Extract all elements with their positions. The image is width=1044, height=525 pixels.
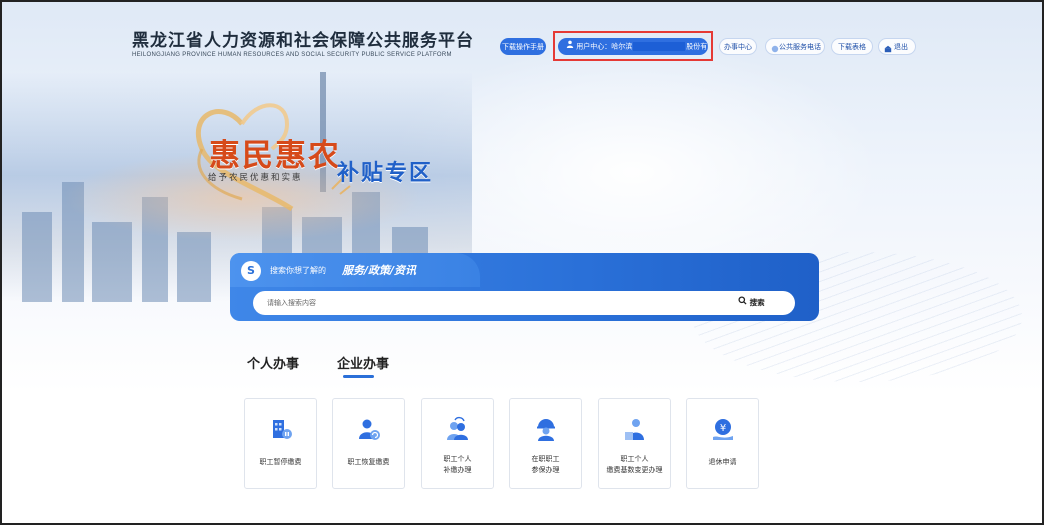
service-label-line: 在职职工	[531, 455, 560, 463]
office-center-button[interactable]: 办事中心	[719, 38, 757, 55]
search-button[interactable]: 搜索	[738, 296, 765, 310]
service-label-line: 职工个人	[620, 455, 649, 463]
search-icon	[738, 296, 747, 310]
service-card-insurance-enrollment[interactable]: 在职职工 参保办理	[509, 398, 582, 489]
worker-helmet-icon	[533, 416, 559, 442]
service-card-base-change[interactable]: 职工个人 缴费基数变更办理	[598, 398, 671, 489]
service-card-resume-payment[interactable]: 职工恢复缴费	[332, 398, 405, 489]
service-card-retirement[interactable]: ¥ 退休申请	[686, 398, 759, 489]
skyline-building	[22, 212, 52, 302]
phone-icon	[771, 43, 779, 60]
site-subtitle: HEILONGJIANG PROVINCE HUMAN RESOURCES AN…	[132, 52, 452, 58]
search-input[interactable]	[253, 291, 795, 315]
person-chart-icon	[622, 416, 648, 442]
tab-enterprise[interactable]: 企业办事	[337, 353, 389, 372]
banner-subsidy-zone: 补贴专区	[337, 160, 434, 186]
page-frame: 黑龙江省人力资源和社会保障公共服务平台 HEILONGJIANG PROVINC…	[0, 0, 1044, 525]
download-manual-button[interactable]: 下载操作手册	[500, 38, 546, 55]
logout-button[interactable]: 退出	[878, 38, 916, 55]
tab-personal[interactable]: 个人办事	[247, 353, 299, 372]
download-forms-button[interactable]: 下载表格	[831, 38, 873, 55]
skyline-building	[177, 232, 211, 302]
active-tab-indicator	[343, 375, 374, 378]
building-pause-icon	[268, 416, 294, 442]
service-label-line: 职工个人	[443, 455, 472, 463]
service-label-line: 缴费基数变更办理	[606, 466, 663, 474]
hotline-button[interactable]: 公共服务电话	[765, 38, 825, 55]
service-label: 在职职工 参保办理	[510, 454, 581, 476]
yuan-hand-icon: ¥	[710, 416, 736, 442]
service-label-line: 补缴办理	[443, 466, 472, 474]
people-replace-icon	[445, 416, 471, 442]
search-hint-topics: 服务/政策/资讯	[342, 264, 417, 277]
hotline-label: 公共服务电话	[779, 43, 821, 51]
banner-slogan-main: 惠民惠农	[209, 138, 341, 174]
site-logo-icon: S	[241, 261, 261, 281]
service-label: 职工暂停缴费	[259, 458, 302, 466]
service-label: 职工恢复缴费	[347, 458, 390, 466]
service-label: 退休申请	[708, 458, 737, 466]
service-card-supplementary-payment[interactable]: 职工个人 补缴办理	[421, 398, 494, 489]
service-label-line: 参保办理	[531, 466, 560, 474]
search-button-label: 搜索	[749, 298, 765, 307]
service-card-pause-payment[interactable]: 职工暂停缴费	[244, 398, 317, 489]
search-hint: 搜索你想了解的	[270, 266, 326, 275]
banner-slogan-sub: 给予农民优惠和实惠	[208, 173, 303, 183]
service-label: 职工个人 补缴办理	[422, 454, 493, 476]
site-title: 黑龙江省人力资源和社会保障公共服务平台	[132, 31, 474, 51]
person-refresh-icon	[356, 416, 382, 442]
service-label: 职工个人 缴费基数变更办理	[599, 454, 670, 476]
logout-label: 退出	[894, 43, 908, 51]
logout-icon	[884, 43, 892, 60]
user-highlight-box	[553, 31, 713, 61]
svg-text:¥: ¥	[719, 423, 725, 434]
